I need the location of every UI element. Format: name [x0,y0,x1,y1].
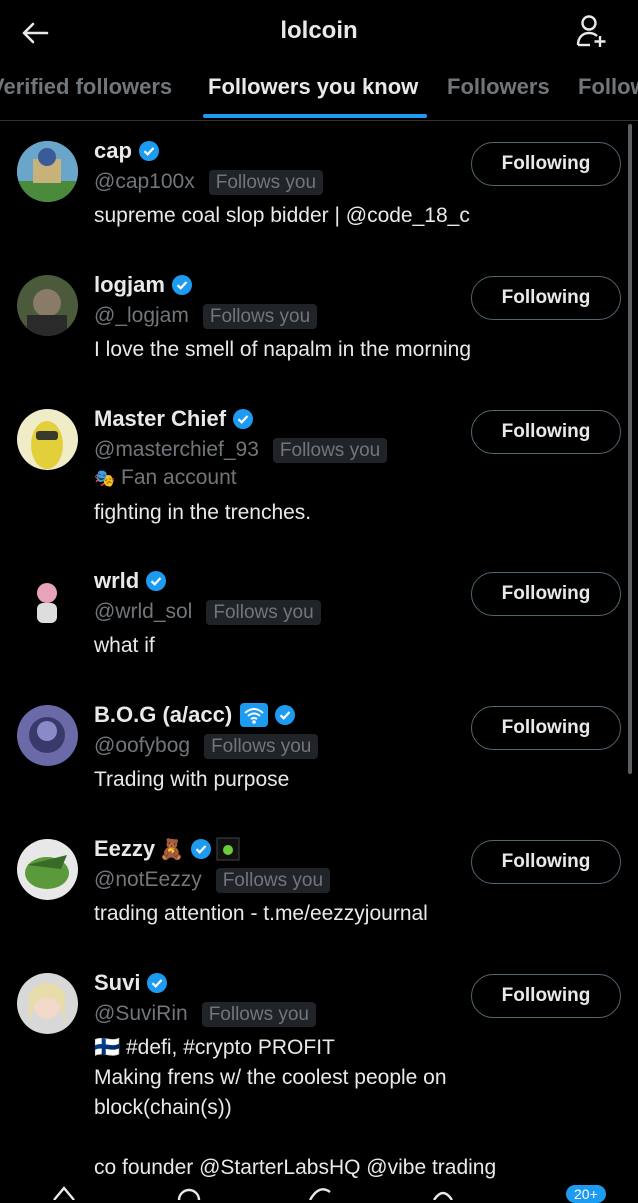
verified-badge-icon [146,571,167,591]
follows-you-badge: Follows you [208,169,324,195]
avatar-image [17,275,78,336]
user-bio: 🇫🇮 #defi, #crypto PROFIT Making frens w/… [94,1036,497,1179]
avatar[interactable] [17,705,78,766]
search-icon[interactable] [176,1186,202,1200]
user-bio: supreme coal slop bidder | @code_18_c [94,204,470,227]
user-handle: @SuviRin [94,1002,188,1025]
bottom-nav [0,1182,638,1200]
avatar[interactable] [17,141,78,202]
following-button[interactable]: Following [471,974,621,1018]
tab-followers[interactable]: Followers [447,74,550,118]
verified-badge-icon [138,141,159,161]
follows-you-badge: Follows you [215,867,331,893]
user-handle: @cap100x [94,170,195,193]
grok-icon[interactable] [306,1186,332,1200]
user-bio: trading attention - t.me/eezzyjournal [94,902,428,925]
top-bar: lolcoin [0,0,638,64]
tab-verified-followers[interactable]: Verified followers [0,74,172,118]
following-button[interactable]: Following [471,840,621,884]
scrollbar[interactable] [628,124,632,774]
follows-you-badge: Follows you [201,1001,317,1027]
avatar[interactable] [17,409,78,470]
user-handle: @wrld_sol [94,600,193,623]
fan-account-label: Fan account [121,466,237,489]
avatar[interactable] [17,973,78,1034]
user-bio: I love the smell of napalm in the mornin… [94,338,472,361]
avatar[interactable] [17,275,78,336]
avatar-image [17,409,78,470]
notifications-icon[interactable] [430,1186,456,1200]
following-button[interactable]: Following [471,276,621,320]
display-name[interactable]: cap [94,138,132,164]
avatar-image [17,973,78,1034]
tab-followers-you-know[interactable]: Followers you know [208,74,418,118]
tab-bar: Verified followers Followers you know Fo… [0,64,638,121]
tab-following[interactable]: Following [578,74,638,118]
follows-you-badge: Follows you [202,303,318,329]
active-tab-indicator [203,114,427,118]
page-title: lolcoin [280,17,358,44]
following-button[interactable]: Following [471,572,621,616]
add-user-button[interactable] [576,14,610,50]
avatar[interactable] [17,571,78,632]
avatar[interactable] [17,839,78,900]
verified-badge-icon [147,973,168,993]
following-button[interactable]: Following [471,142,621,186]
user-handle: @_logjam [94,304,189,327]
user-bio: 🎭 Fan account fighting in the trenches. [94,466,312,524]
user-bio: Trading with purpose [94,768,290,791]
avatar-image [17,141,78,202]
avatar-image [17,571,78,632]
verified-badge-icon [171,275,192,295]
display-name[interactable]: wrld [94,568,139,594]
user-handle: @notEezzy [94,868,202,891]
following-button[interactable]: Following [471,410,621,454]
verified-badge-icon [191,839,212,859]
user-handle: @oofybog [94,734,191,757]
fan-account-icon: 🎭 [94,469,116,488]
name-emoji: 🧸 [159,838,185,861]
affiliate-badge-icon [216,837,240,861]
display-name[interactable]: B.O.G (a/acc) [94,702,232,728]
add-user-icon [576,15,606,47]
follows-you-badge: Follows you [272,437,388,463]
display-name[interactable]: Eezzy [94,836,155,862]
display-name[interactable]: logjam [94,272,165,298]
avatar-image [17,705,78,766]
verified-badge-icon [233,409,254,429]
following-button[interactable]: Following [471,706,621,750]
user-handle: @masterchief_93 [94,438,259,461]
notification-count-badge: 20+ [566,1185,606,1203]
avatar-image [17,839,78,900]
display-name[interactable]: Master Chief [94,406,226,432]
user-bio: what if [94,634,155,657]
wifi-icon [240,703,269,727]
display-name[interactable]: Suvi [94,970,140,996]
follows-you-badge: Follows you [204,733,319,759]
verified-badge-icon [275,705,296,725]
follows-you-badge: Follows you [206,599,321,625]
home-icon[interactable] [52,1186,76,1200]
